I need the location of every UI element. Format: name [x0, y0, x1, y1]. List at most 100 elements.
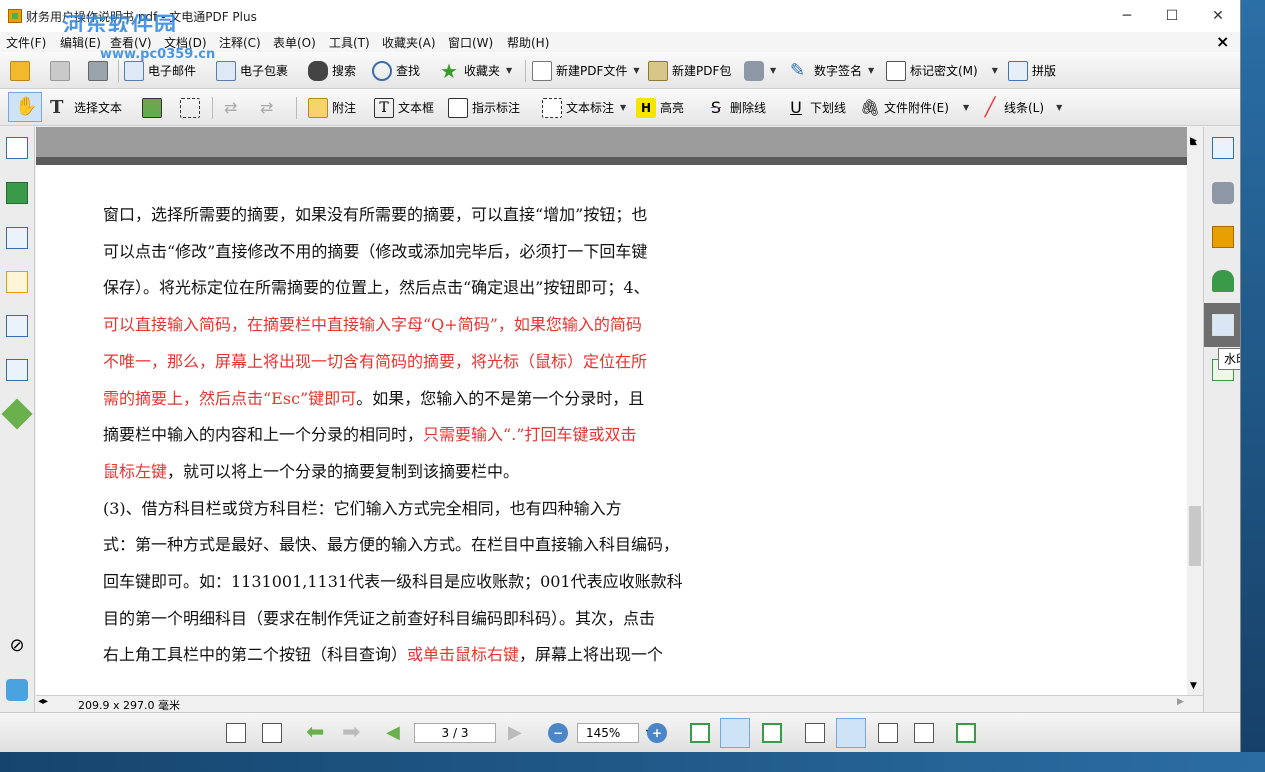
- actual-size-icon[interactable]: [690, 723, 710, 743]
- package-button[interactable]: 电子包裹: [216, 58, 288, 83]
- right-tools-panel: [1203, 127, 1240, 712]
- pages-panel-icon[interactable]: [6, 137, 28, 159]
- fullscreen-icon[interactable]: [956, 723, 976, 743]
- body-text: 。如果，您输入的不是第一个分录时，且: [356, 388, 645, 408]
- certificate-panel-icon[interactable]: [1212, 226, 1234, 248]
- strikethrough-button[interactable]: S 删除线: [706, 95, 766, 120]
- mark-redaction-button[interactable]: 标记密文(M) ▼: [886, 58, 998, 83]
- menu-tools[interactable]: 工具(T): [329, 34, 370, 51]
- chat-panel-icon[interactable]: [6, 679, 28, 701]
- favorites-button[interactable]: ★ 收藏夹 ▼: [440, 58, 512, 83]
- imposition-button[interactable]: 拼版: [1008, 58, 1056, 83]
- stamp-panel-icon[interactable]: [1212, 270, 1234, 292]
- security-button[interactable]: ▼: [744, 58, 776, 83]
- two-page-continuous-icon[interactable]: [914, 723, 934, 743]
- body-text: 窗口，选择所需要的摘要，如果没有所需要的摘要，可以直接“增加”按钮；也: [103, 205, 648, 224]
- forward-arrow-icon[interactable]: ➡: [342, 722, 362, 744]
- vertical-scrollbar[interactable]: ▲ ▼: [1187, 134, 1203, 695]
- chevron-down-icon[interactable]: ▼: [770, 66, 776, 75]
- highlighted-text: 只需要输入“.”打回车键或双击: [423, 425, 637, 445]
- hand-tool-button[interactable]: ✋: [8, 92, 42, 122]
- textbox-button[interactable]: T 文本框: [374, 95, 434, 120]
- single-page-icon[interactable]: [805, 723, 825, 743]
- rotate-right-icon[interactable]: [262, 723, 282, 743]
- previous-page-icon[interactable]: ◀: [386, 723, 406, 743]
- menu-window[interactable]: 窗口(W): [448, 34, 493, 51]
- text-markup-icon: [542, 97, 562, 118]
- search-button[interactable]: 搜索: [308, 58, 356, 83]
- text-markup-button[interactable]: 文本标注 ▼: [542, 95, 626, 120]
- find-button[interactable]: 查找: [372, 58, 420, 83]
- callout-button[interactable]: 指示标注: [448, 95, 520, 120]
- menu-comment[interactable]: 注释(C): [219, 34, 261, 51]
- fit-width-button[interactable]: [720, 718, 750, 748]
- split-icon[interactable]: ◂▸: [38, 696, 48, 707]
- chevron-down-icon[interactable]: ▼: [506, 66, 512, 75]
- chevron-down-icon[interactable]: ▼: [992, 66, 998, 75]
- back-arrow-icon[interactable]: ⬅: [306, 722, 326, 744]
- open-button[interactable]: [10, 58, 30, 83]
- prev-view-button[interactable]: ⇄: [224, 95, 244, 120]
- continuous-page-button[interactable]: [836, 718, 866, 748]
- chevron-down-icon[interactable]: ▼: [620, 103, 626, 112]
- document-view[interactable]: 窗口，选择所需要的摘要，如果没有所需要的摘要，可以直接“增加”按钮；也 可以点击“…: [36, 127, 1187, 695]
- scroll-right-icon[interactable]: ▶: [1177, 697, 1184, 707]
- chevron-down-icon[interactable]: ▼: [963, 103, 969, 112]
- select-text-button[interactable]: T 选择文本: [50, 95, 122, 120]
- layers-panel-icon[interactable]: [6, 271, 28, 293]
- hand-icon: ✋: [15, 96, 38, 117]
- snapshot-button[interactable]: [142, 95, 162, 120]
- panel-expand-icon[interactable]: ▶: [1190, 136, 1197, 146]
- package-label: 电子包裹: [240, 64, 289, 78]
- close-document-button[interactable]: ×: [1216, 32, 1229, 51]
- next-view-button[interactable]: ⇄: [260, 95, 280, 120]
- underline-button[interactable]: U 下划线: [786, 95, 846, 120]
- watermark-icon[interactable]: [1212, 314, 1234, 336]
- zoom-level-select[interactable]: 145%▼: [577, 723, 652, 743]
- zoom-out-icon[interactable]: −: [548, 723, 568, 743]
- desktop-background: [1241, 0, 1265, 772]
- minimize-button[interactable]: ─: [1104, 0, 1150, 32]
- body-text: 目的第一个明细科目（要求在制作凭证之前查好科目编码即科码）。其次，点击: [103, 608, 656, 628]
- digital-signature-button[interactable]: ✎ 数字签名 ▼: [790, 58, 874, 83]
- note-button[interactable]: 附注: [308, 95, 356, 120]
- chevron-down-icon[interactable]: ▼: [1056, 103, 1062, 112]
- page-number-input[interactable]: 3 / 3: [414, 723, 496, 743]
- structure-panel-icon[interactable]: [6, 315, 28, 337]
- maximize-button[interactable]: ☐: [1149, 0, 1195, 32]
- comments-panel-icon[interactable]: [6, 227, 28, 249]
- menu-form[interactable]: 表单(O): [273, 34, 316, 51]
- highlight-button[interactable]: H 高亮: [636, 95, 684, 120]
- marquee-select-button[interactable]: [180, 95, 200, 120]
- menu-file[interactable]: 文件(F): [6, 34, 46, 51]
- new-pdf-package-button[interactable]: 新建PDF包: [648, 58, 731, 83]
- image-icon: [142, 97, 162, 118]
- menu-favorites[interactable]: 收藏夹(A): [382, 34, 436, 51]
- scroll-down-icon[interactable]: ▼: [1190, 681, 1197, 691]
- menu-help[interactable]: 帮助(H): [507, 34, 549, 51]
- text-markup-label: 文本标注: [566, 101, 615, 115]
- tag-icon[interactable]: [1, 398, 33, 430]
- pdf-page[interactable]: 窗口，选择所需要的摘要，如果没有所需要的摘要，可以直接“增加”按钮；也 可以点击“…: [36, 165, 1187, 695]
- file-attachment-button[interactable]: 🖇 文件附件(E) ▼: [860, 95, 969, 120]
- fit-page-icon[interactable]: [762, 723, 782, 743]
- two-page-icon[interactable]: [878, 723, 898, 743]
- zoom-in-icon[interactable]: +: [647, 723, 667, 743]
- chevron-down-icon[interactable]: ▼: [868, 66, 874, 75]
- content-panel-icon[interactable]: [6, 359, 28, 381]
- printer-icon: [88, 60, 108, 81]
- signature-panel-icon[interactable]: [1212, 137, 1234, 159]
- save-button[interactable]: [50, 58, 70, 83]
- chevron-down-icon[interactable]: ▼: [633, 66, 639, 75]
- attachments-panel-icon[interactable]: ⊘: [6, 635, 28, 657]
- close-window-button[interactable]: ✕: [1195, 0, 1240, 32]
- menu-edit[interactable]: 编辑(E): [60, 34, 101, 51]
- new-pdf-button[interactable]: 新建PDF文件 ▼: [532, 58, 640, 83]
- line-button[interactable]: ╱ 线条(L) ▼: [980, 95, 1063, 120]
- next-page-icon[interactable]: ▶: [508, 723, 528, 743]
- highlighted-text: 可以直接输入简码，在摘要栏中直接输入字母“Q+简码”，如果您输入的简码: [103, 315, 642, 335]
- scroll-thumb[interactable]: [1189, 506, 1201, 566]
- security-panel-icon[interactable]: [1212, 182, 1234, 204]
- bookmark-icon[interactable]: [6, 182, 28, 204]
- rotate-left-icon[interactable]: [226, 723, 246, 743]
